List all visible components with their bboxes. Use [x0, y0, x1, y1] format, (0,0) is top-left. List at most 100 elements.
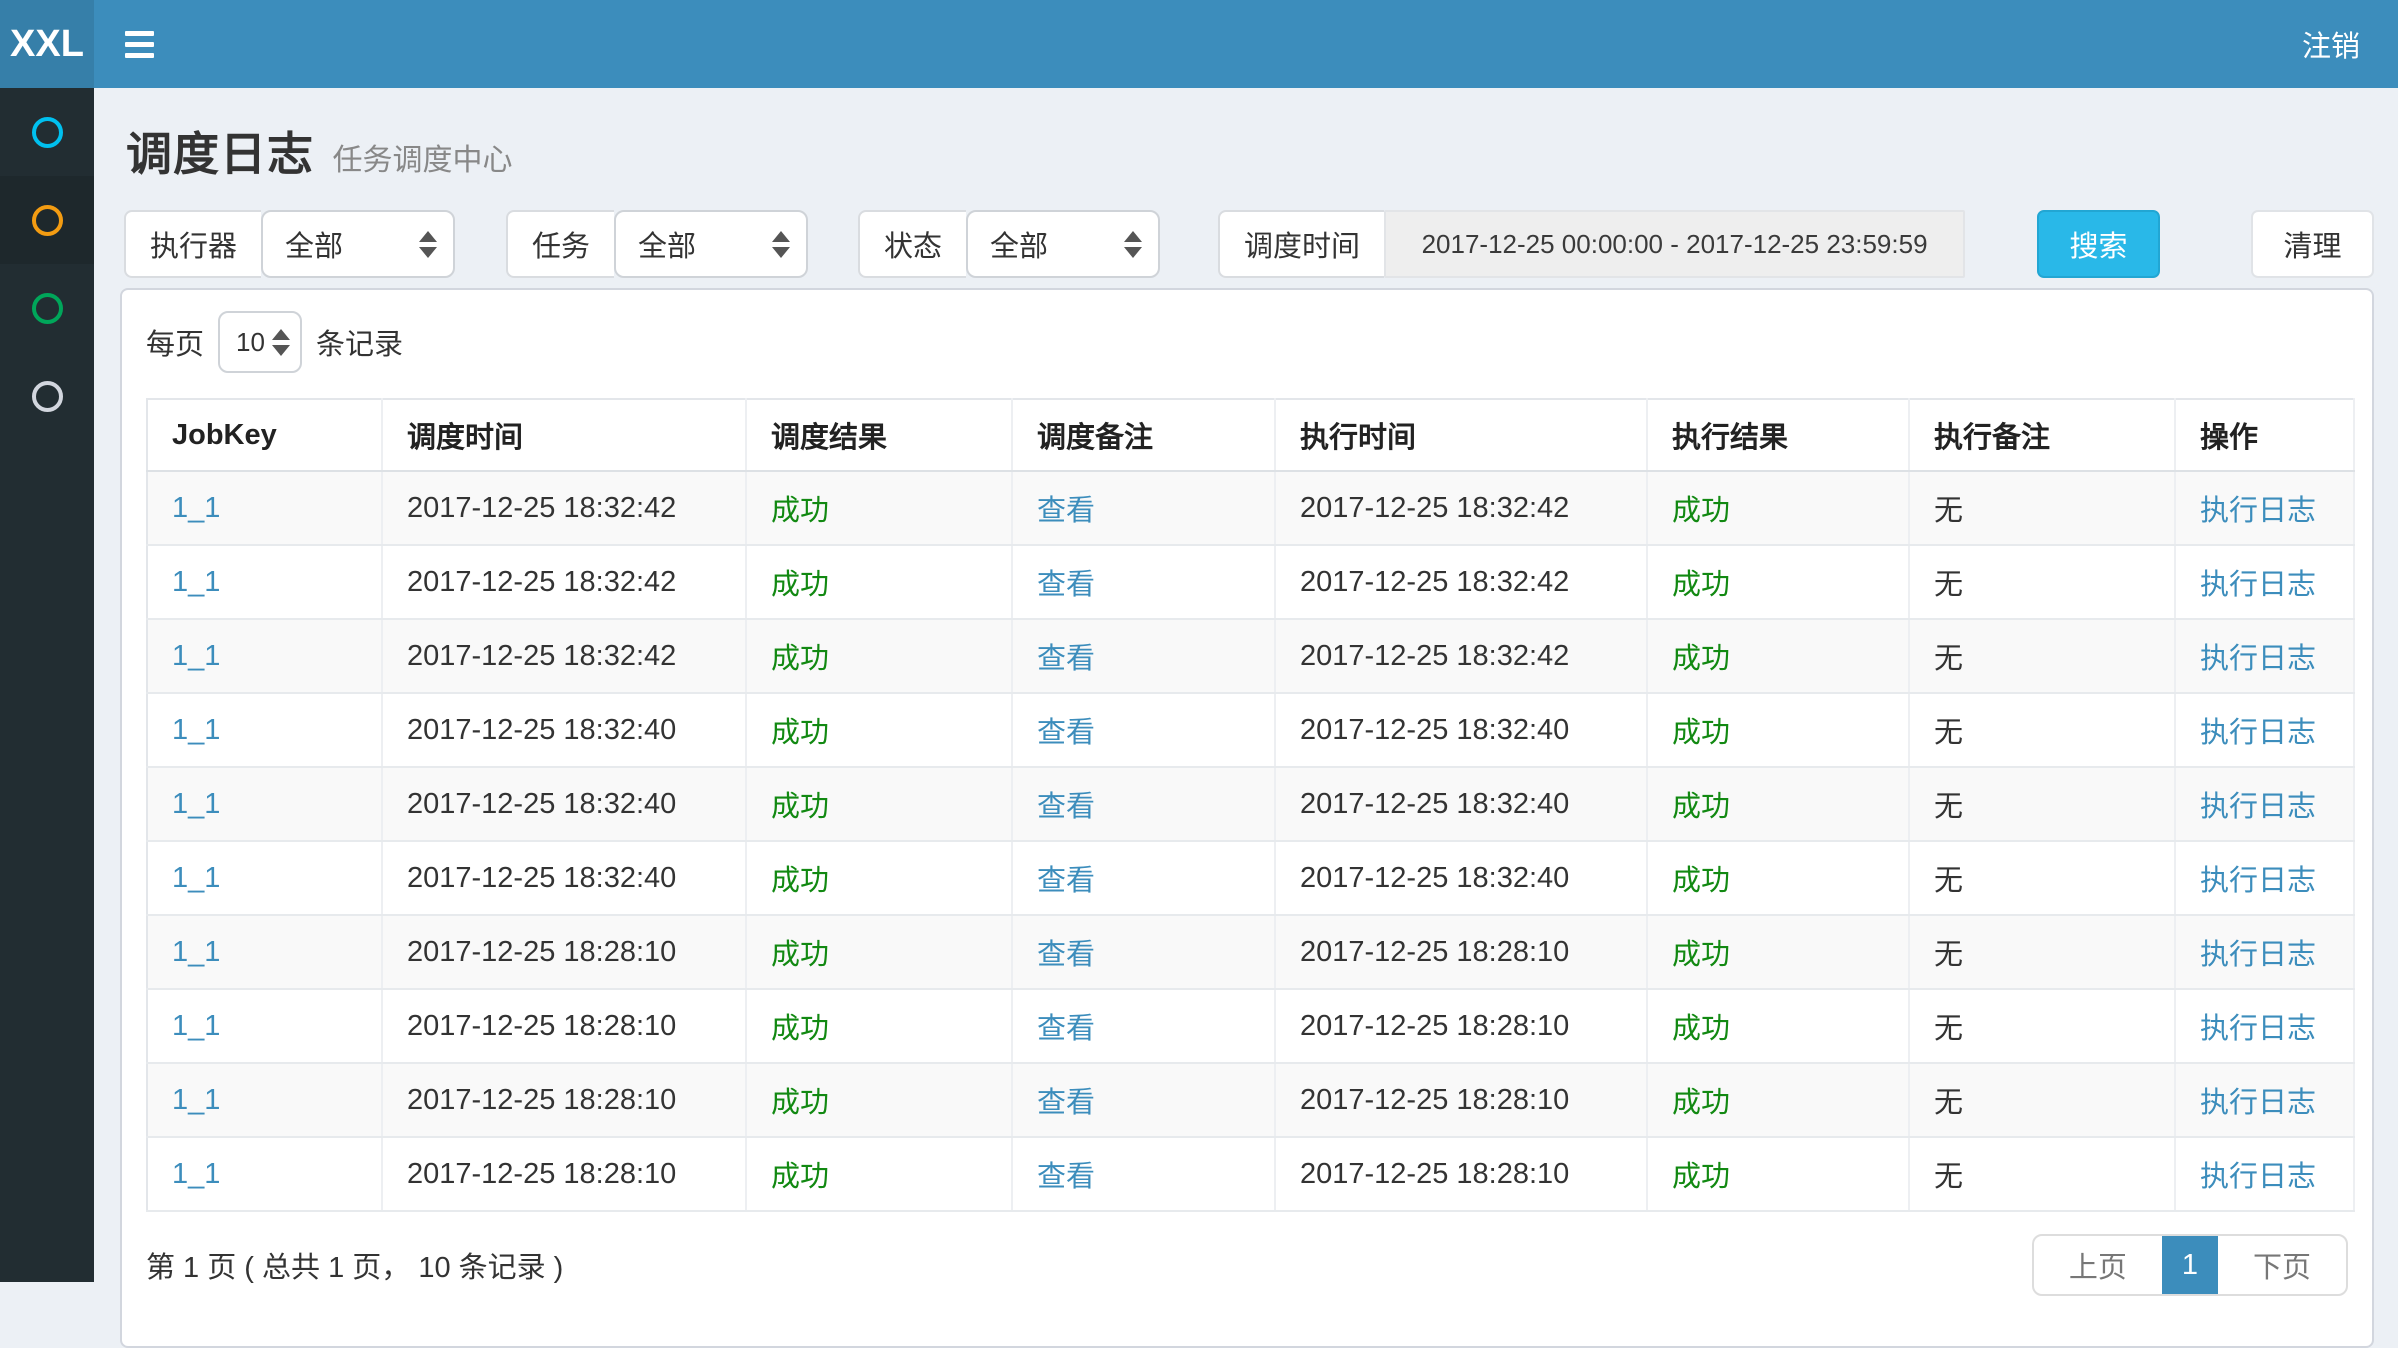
trigger-time-filter-group: 调度时间	[1218, 210, 1965, 278]
trigger-time-range-input[interactable]	[1384, 210, 1965, 278]
page-info-text: 第 1 页 ( 总共 1 页， 10 条记录 )	[146, 1244, 563, 1286]
jobkey-link[interactable]: 1_1	[172, 1158, 220, 1190]
jobkey-link[interactable]: 1_1	[172, 492, 220, 524]
table-row: 1_12017-12-25 18:28:10成功查看2017-12-25 18:…	[147, 1137, 2354, 1211]
jobkey-link[interactable]: 1_1	[172, 1084, 220, 1116]
action-link[interactable]: 执行日志	[2200, 717, 2316, 749]
sidebar	[0, 88, 94, 1282]
action-link[interactable]: 执行日志	[2200, 495, 2316, 527]
handle_time-value: 2017-12-25 18:32:42	[1300, 492, 1569, 524]
jobkey-link[interactable]: 1_1	[172, 566, 220, 598]
page-length-prefix: 每页	[146, 321, 204, 363]
page-length-bar: 每页 10 条记录	[146, 310, 2348, 374]
jobkey-link[interactable]: 1_1	[172, 936, 220, 968]
action-link[interactable]: 执行日志	[2200, 569, 2316, 601]
trigger_time-value: 2017-12-25 18:28:10	[407, 1010, 676, 1042]
filter-row: 执行器 全部 任务 全部 状态 全部 调度时间 搜索 清理	[124, 210, 2374, 278]
trigger_msg-link[interactable]: 查看	[1037, 1013, 1095, 1045]
action-link[interactable]: 执行日志	[2200, 865, 2316, 897]
handle_msg-value: 无	[1934, 717, 1963, 749]
handle_time-value: 2017-12-25 18:32:42	[1300, 640, 1569, 672]
pagination: 上页 1 下页	[2032, 1234, 2348, 1296]
action-link[interactable]: 执行日志	[2200, 1087, 2316, 1119]
handle_time-value: 2017-12-25 18:32:40	[1300, 862, 1569, 894]
handle_msg-value: 无	[1934, 1161, 1963, 1193]
trigger_msg-link[interactable]: 查看	[1037, 791, 1095, 823]
table-header-row: JobKey调度时间调度结果调度备注执行时间执行结果执行备注操作	[147, 399, 2354, 471]
trigger_msg-link[interactable]: 查看	[1037, 569, 1095, 601]
table-footer: 第 1 页 ( 总共 1 页， 10 条记录 ) 上页 1 下页	[146, 1234, 2348, 1296]
status-select[interactable]: 全部	[966, 210, 1160, 278]
trigger_msg-link[interactable]: 查看	[1037, 643, 1095, 675]
action-link[interactable]: 执行日志	[2200, 939, 2316, 971]
trigger_result-value: 成功	[771, 569, 829, 601]
trigger_msg-link[interactable]: 查看	[1037, 1087, 1095, 1119]
column-header-handle_result: 执行结果	[1647, 399, 1909, 471]
action-link[interactable]: 执行日志	[2200, 1161, 2316, 1193]
trigger_msg-link[interactable]: 查看	[1037, 717, 1095, 749]
trigger-time-filter-label: 调度时间	[1218, 210, 1384, 278]
action-link[interactable]: 执行日志	[2200, 1013, 2316, 1045]
navbar-spacer	[184, 0, 2264, 88]
column-header-trigger_time: 调度时间	[382, 399, 746, 471]
trigger_time-value: 2017-12-25 18:32:40	[407, 788, 676, 820]
trigger_msg-link[interactable]: 查看	[1037, 1161, 1095, 1193]
table-row: 1_1 2017-12-25 18:28:10 成功 查看 2017-12-25 18:…	[147, 989, 2354, 1063]
jobkey-link[interactable]: 1_1	[172, 788, 220, 820]
table-row: 1_12017-12-25 18:28:10成功查看2017-12-25 18:…	[147, 915, 2354, 989]
table-row: 1_12017-12-25 18:32:40成功查看2017-12-25 18:…	[147, 767, 2354, 841]
app-logo[interactable]: XXL	[0, 0, 94, 88]
table-row: 1_12017-12-25 18:32:40成功查看2017-12-25 18:…	[147, 841, 2354, 915]
jobkey-link[interactable]: 1_1	[172, 1010, 220, 1042]
page-subtitle: 任务调度中心	[332, 144, 512, 177]
handle_result-value: 成功	[1672, 791, 1730, 823]
trigger_msg-link[interactable]: 查看	[1037, 495, 1095, 527]
clear-button[interactable]: 清理	[2251, 210, 2374, 278]
action-link[interactable]: 执行日志	[2200, 791, 2316, 823]
job-select[interactable]: 全部	[614, 210, 808, 278]
sidebar-item-3[interactable]	[0, 264, 94, 352]
trigger_result-value: 成功	[771, 717, 829, 749]
trigger_msg-link[interactable]: 查看	[1037, 865, 1095, 897]
sidebar-toggle-button[interactable]	[94, 0, 184, 88]
handle_time-value: 2017-12-25 18:28:10	[1300, 1010, 1569, 1042]
trigger_msg-link[interactable]: 查看	[1037, 939, 1095, 971]
handle_result-value: 成功	[1672, 865, 1730, 897]
trigger_time-value: 2017-12-25 18:28:10	[407, 936, 676, 968]
circle-o-icon	[32, 293, 63, 324]
jobkey-link[interactable]: 1_1	[172, 640, 220, 672]
handle_msg-value: 无	[1934, 1087, 1963, 1119]
current-page-button[interactable]: 1	[2162, 1236, 2218, 1294]
main-content: 调度日志 任务调度中心 执行器 全部 任务 全部 状态 全部 调度时间	[94, 88, 2398, 1282]
trigger_result-value: 成功	[771, 495, 829, 527]
handle_msg-value: 无	[1934, 791, 1963, 823]
trigger_result-value: 成功	[771, 1087, 829, 1119]
page-length-select[interactable]: 10	[218, 311, 302, 373]
executor-select-value: 全部	[285, 223, 419, 265]
select-arrows-icon	[272, 329, 290, 356]
sidebar-item-4[interactable]	[0, 352, 94, 440]
trigger_result-value: 成功	[771, 1013, 829, 1045]
page-title: 调度日志	[126, 128, 314, 180]
sidebar-item-1[interactable]	[0, 88, 94, 176]
prev-page-button[interactable]: 上页	[2034, 1236, 2162, 1294]
next-page-button[interactable]: 下页	[2218, 1236, 2346, 1294]
trigger_time-value: 2017-12-25 18:32:42	[407, 640, 676, 672]
action-link[interactable]: 执行日志	[2200, 643, 2316, 675]
job-select-value: 全部	[638, 223, 772, 265]
handle_result-value: 成功	[1672, 1161, 1730, 1193]
column-header-jobkey: JobKey	[147, 399, 382, 471]
jobkey-link[interactable]: 1_1	[172, 862, 220, 894]
logout-button[interactable]: 注销	[2264, 0, 2398, 88]
jobkey-link[interactable]: 1_1	[172, 714, 220, 746]
executor-filter-group: 执行器 全部	[124, 210, 455, 278]
trigger_time-value: 2017-12-25 18:32:40	[407, 714, 676, 746]
column-header-trigger_result: 调度结果	[746, 399, 1012, 471]
column-header-handle_msg: 执行备注	[1909, 399, 2175, 471]
search-button[interactable]: 搜索	[2037, 210, 2160, 278]
executor-select[interactable]: 全部	[261, 210, 455, 278]
table-row: 1_12017-12-25 18:32:40成功查看2017-12-25 18:…	[147, 693, 2354, 767]
sidebar-item-2[interactable]	[0, 176, 94, 264]
page-header: 调度日志 任务调度中心	[126, 118, 2374, 184]
handle_time-value: 2017-12-25 18:28:10	[1300, 1158, 1569, 1190]
